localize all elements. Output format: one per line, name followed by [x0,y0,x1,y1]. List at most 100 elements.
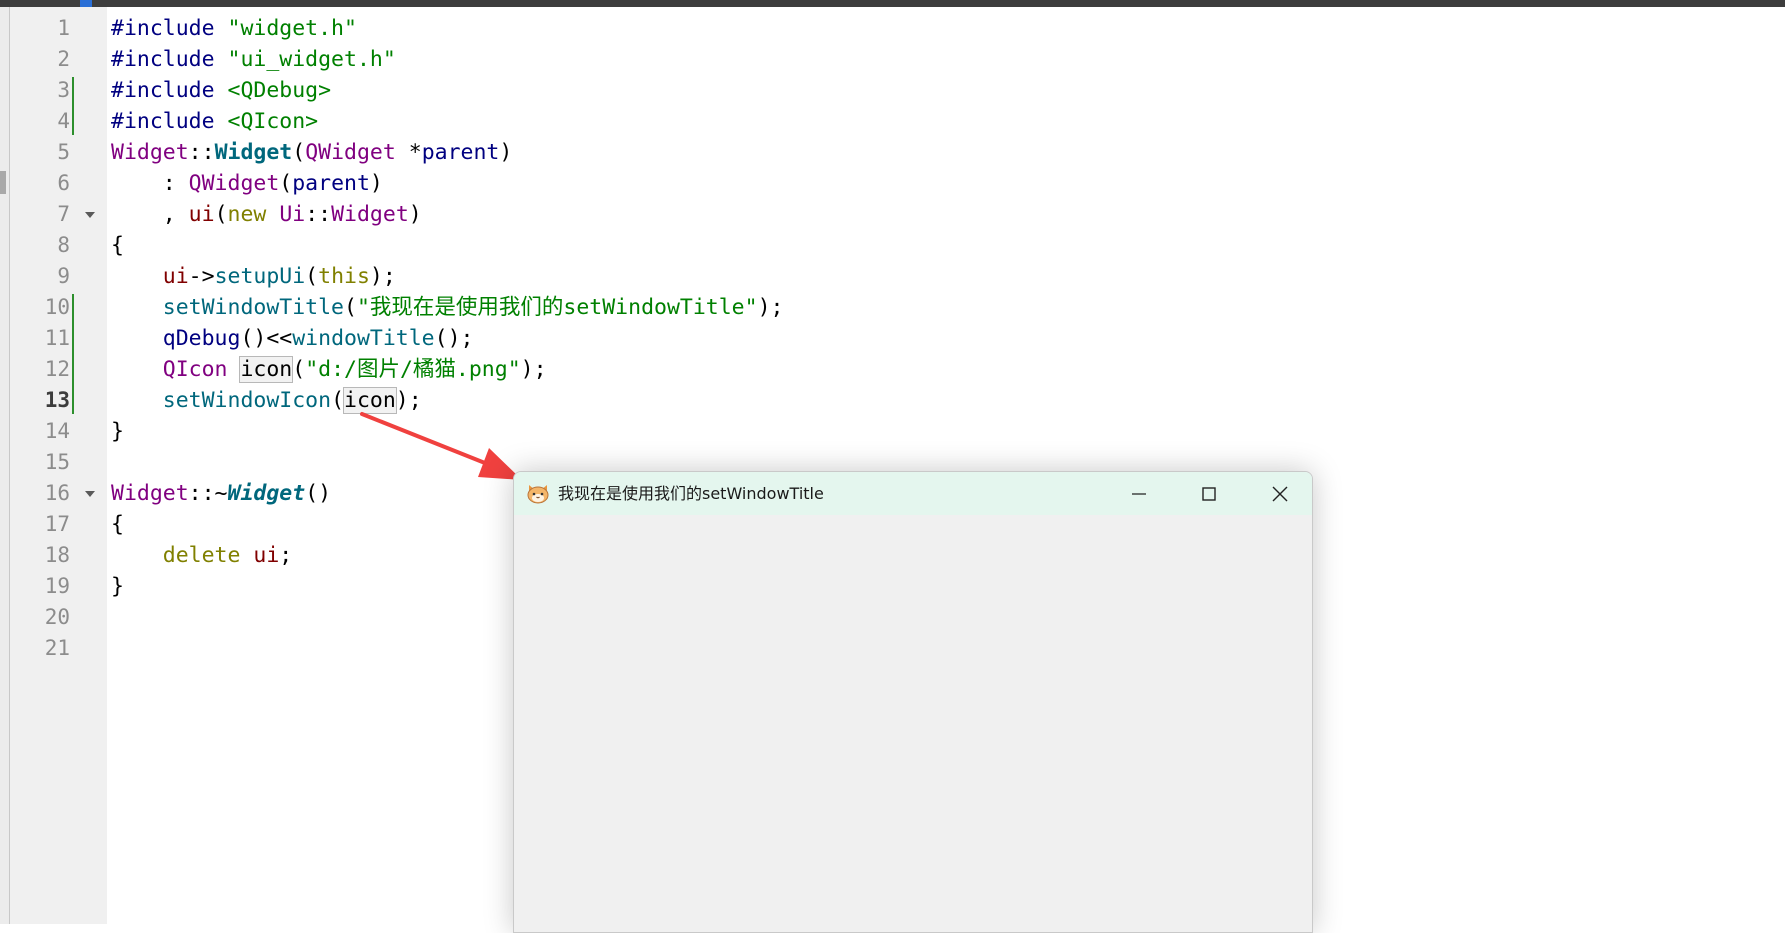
maximize-button[interactable] [1175,472,1243,515]
code-token: QWidget [188,171,280,196]
code-token: ) [408,202,422,227]
code-line[interactable]: #include "widget.h" [111,13,357,44]
code-token: #include [111,47,228,72]
line-number: 2 [57,47,70,71]
code-token: <QDebug> [227,78,332,103]
code-token: "widget.h" [227,16,357,41]
code-token: } [111,574,124,599]
minimize-icon [1132,493,1146,495]
code-token: "我现在是使用我们的setWindowTitle" [356,295,758,320]
code-token: ); [757,295,784,320]
code-line[interactable]: Widget::Widget(QWidget *parent) [111,137,512,168]
close-button[interactable] [1246,472,1312,515]
code-token: , [111,202,189,227]
code-token: delete [162,543,241,568]
code-token: <QIcon> [227,109,319,134]
code-line[interactable]: } [111,571,124,602]
code-token: ( [279,171,293,196]
fold-arrow-icon[interactable] [85,212,95,218]
code-token: setupUi [214,264,306,289]
code-line[interactable]: #include "ui_widget.h" [111,44,396,75]
code-line[interactable]: ui->setupUi(this); [111,261,396,292]
line-number: 7 [57,202,70,226]
code-token: ::~ [188,481,228,506]
code-token: QWidget [305,140,396,165]
maximize-icon [1202,487,1216,501]
code-line[interactable]: : QWidget(parent) [111,168,383,199]
window-title-bar[interactable]: 我现在是使用我们的setWindowTitle [514,472,1312,515]
code-token: Widget [111,481,189,506]
qt-app-window[interactable]: 我现在是使用我们的setWindowTitle [513,471,1313,933]
code-token: Widget [331,202,409,227]
line-number: 16 [44,481,70,505]
line-number: 1 [57,16,70,40]
left-edge-panel [0,7,10,924]
line-number: 6 [57,171,70,195]
code-line[interactable]: , ui(new Ui::Widget) [111,199,422,230]
code-line[interactable]: setWindowIcon(icon); [111,385,422,416]
code-line[interactable]: { [111,509,124,540]
code-token: icon [239,356,294,383]
code-token: { [111,233,124,258]
line-number: 15 [44,450,70,474]
change-marker [72,294,74,414]
code-line[interactable]: { [111,230,124,261]
code-token: ; [279,543,293,568]
window-client-area[interactable] [514,515,1312,932]
code-token: * [395,140,422,165]
code-token: ( [292,140,306,165]
code-line[interactable]: qDebug()<<windowTitle(); [111,323,474,354]
code-token: Widget [227,481,306,506]
line-number: 4 [57,109,70,133]
code-line[interactable]: Widget::~Widget() [111,478,331,509]
line-number: 18 [44,543,70,567]
code-token: ui [162,264,189,289]
code-token: Widget [111,140,189,165]
cat-face-icon [526,482,550,504]
line-number: 21 [44,636,70,660]
code-line[interactable]: #include <QIcon> [111,106,318,137]
code-line[interactable]: #include <QDebug> [111,75,331,106]
line-number: 3 [57,78,70,102]
splitter-handle[interactable] [0,171,6,194]
code-token: #include [111,109,228,134]
code-token: ); [369,264,396,289]
code-token: ( [344,295,357,320]
code-token: parent [292,171,370,196]
change-marker [72,77,74,135]
code-token: ( [292,357,306,382]
code-token: Widget [214,140,293,165]
code-token: :: [188,140,215,165]
line-number: 19 [44,574,70,598]
code-token: ()<< [240,326,293,351]
code-token: ui [188,202,215,227]
editor-toolbar [0,0,1785,7]
line-number: 14 [44,419,70,443]
code-line[interactable]: } [111,416,124,447]
code-line[interactable]: QIcon icon("d:/图片/橘猫.png"); [111,354,547,385]
minimize-button[interactable] [1105,472,1173,515]
code-token: ) [369,171,383,196]
fold-arrow-icon[interactable] [85,491,95,497]
line-number: 13 [44,388,70,412]
code-token: Ui [279,202,306,227]
code-token: windowTitle [292,326,435,351]
file-icon [80,0,92,7]
line-number: 10 [44,295,70,319]
code-line[interactable]: delete ui; [111,540,292,571]
code-token: () [305,481,332,506]
code-token: (); [434,326,474,351]
line-number: 11 [44,326,70,350]
code-token: qDebug [162,326,241,351]
close-icon [1272,486,1288,502]
window-title: 我现在是使用我们的setWindowTitle [558,484,824,503]
code-token: "d:/图片/橘猫.png" [305,357,521,382]
code-line[interactable]: setWindowTitle("我现在是使用我们的setWindowTitle"… [111,292,784,323]
code-token: setWindowTitle [162,295,344,320]
